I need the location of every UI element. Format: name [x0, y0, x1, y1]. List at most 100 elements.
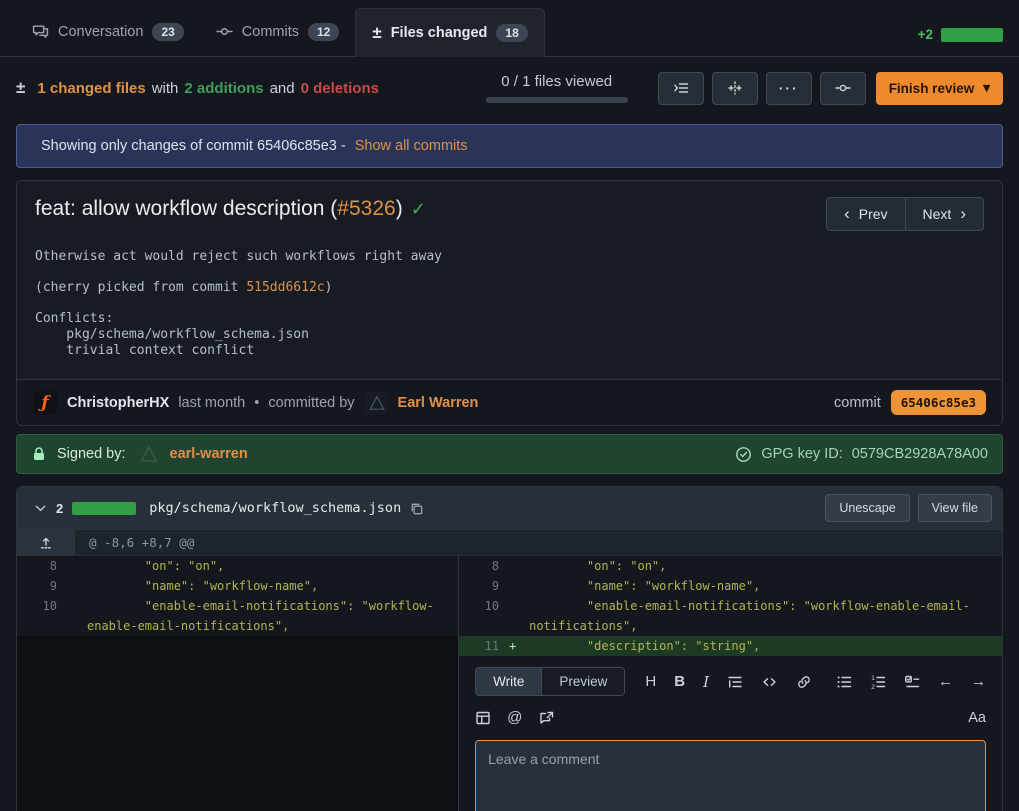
italic-button[interactable]: I: [703, 673, 709, 691]
gpg-signed-banner: Signed by: earl-warren GPG key ID: 0579C…: [16, 434, 1003, 474]
diff-line[interactable]: 8 "on": "on",: [459, 556, 1002, 576]
diff-column-old: 8 "on": "on", 9 "name": "workflow-name",: [17, 556, 459, 811]
unescape-button[interactable]: Unescape: [825, 494, 909, 522]
issue-link[interactable]: #5326: [337, 197, 395, 220]
pull-request-files-changed-page: Conversation 23 Commits 12 ± Files chang…: [0, 0, 1019, 811]
line-marker: [509, 576, 529, 596]
verified-badge-icon: [735, 446, 752, 463]
diff-options-button[interactable]: ···: [766, 72, 812, 105]
tab-write[interactable]: Write: [476, 668, 541, 695]
split-diff-button[interactable]: [712, 72, 758, 105]
commit-hash-badge[interactable]: 65406c85e3: [891, 390, 986, 415]
font-size-button[interactable]: Aa: [968, 710, 986, 726]
deletions-count: 0 deletions: [301, 80, 379, 97]
line-number[interactable]: 9: [459, 576, 509, 596]
line-code: "name": "workflow-name",: [529, 576, 1002, 596]
diff-line[interactable]: 8 "on": "on",: [17, 556, 458, 576]
hunk-header-text: @ -8,6 +8,7 @@: [75, 530, 194, 555]
status-check-icon[interactable]: ✓: [411, 199, 426, 220]
line-number[interactable]: 10: [17, 596, 67, 636]
bold-button[interactable]: B: [674, 673, 685, 690]
diff-file-box: 2 pkg/schema/workflow_schema.json Unesca…: [16, 486, 1003, 811]
tab-conversation[interactable]: Conversation 23: [16, 7, 200, 56]
prev-label: Prev: [859, 206, 888, 222]
line-code: "enable-email-notifications": "workflow-…: [87, 596, 458, 636]
prev-commit-button[interactable]: ‹ Prev: [826, 197, 905, 231]
table-button[interactable]: [475, 710, 491, 726]
lock-icon: [31, 446, 47, 462]
chevron-down-icon: [33, 501, 48, 516]
diff-line[interactable]: 9 "name": "workflow-name",: [17, 576, 458, 596]
show-all-commits-link[interactable]: Show all commits: [355, 138, 468, 154]
line-code: "enable-email-notifications": "workflow-…: [529, 596, 1002, 636]
file-tree-icon: [673, 80, 689, 96]
quote-button[interactable]: [727, 674, 743, 690]
editor-toolbar-secondary: @ Aa: [475, 709, 986, 726]
next-commit-button[interactable]: Next ›: [905, 197, 984, 231]
line-number[interactable]: 9: [17, 576, 67, 596]
file-tree-toggle-button[interactable]: [658, 72, 704, 105]
undo-button[interactable]: ←: [938, 673, 953, 690]
line-number[interactable]: 8: [17, 556, 67, 576]
diff-file-header: 2 pkg/schema/workflow_schema.json Unesca…: [17, 487, 1002, 530]
line-code: "description": "string",: [529, 636, 1002, 656]
committer-name[interactable]: Earl Warren: [398, 395, 479, 411]
inline-comment-form: Write Preview H B I: [459, 656, 1002, 811]
commit-body-line: Otherwise act would reject such workflow…: [35, 249, 984, 265]
commit-select-button[interactable]: [820, 72, 866, 105]
reference-button[interactable]: [538, 710, 555, 726]
diff-icon: ±: [16, 78, 25, 98]
diff-line[interactable]: 11 + "description": "string",: [459, 636, 1002, 656]
tab-commits[interactable]: Commits 12: [200, 7, 356, 56]
chevron-left-icon: ‹: [844, 209, 850, 219]
file-name[interactable]: pkg/schema/workflow_schema.json: [149, 500, 401, 516]
mention-button[interactable]: @: [507, 709, 522, 726]
line-marker: [67, 556, 87, 576]
commit-body-line: (cherry picked from commit 515dd6612c): [35, 280, 984, 296]
numbered-list-button[interactable]: 12: [870, 674, 886, 690]
changed-files-count[interactable]: 1 changed files: [37, 80, 145, 97]
caret-down-icon: ▾: [983, 80, 990, 96]
diff-rows-new: 8 "on": "on", 9 "name": "workflow-name",: [459, 556, 1002, 656]
diff-line[interactable]: 9 "name": "workflow-name",: [459, 576, 1002, 596]
diff-icon: ±: [372, 23, 381, 43]
committer-avatar[interactable]: [366, 392, 388, 414]
signer-name[interactable]: earl-warren: [170, 446, 248, 462]
line-number[interactable]: 8: [459, 556, 509, 576]
tab-conversation-label: Conversation: [58, 24, 143, 40]
numbered-list-icon: 12: [870, 674, 886, 690]
fold-file-button[interactable]: [33, 501, 48, 516]
comment-input[interactable]: [475, 740, 986, 811]
diff-line[interactable]: 10 "enable-email-notifications": "workfl…: [17, 596, 458, 636]
editor-toolbar: Write Preview H B I: [475, 667, 986, 696]
files-viewed-label: 0 / 1 files viewed: [486, 73, 628, 90]
split-diff-icon: [727, 80, 743, 96]
empty-diff-filler: [17, 636, 458, 811]
bullet-list-button[interactable]: [836, 674, 852, 690]
table-icon: [475, 710, 491, 726]
line-marker: [67, 576, 87, 596]
tab-conversation-count: 23: [152, 23, 183, 41]
copy-path-button[interactable]: [409, 501, 424, 516]
tab-files-changed[interactable]: ± Files changed 18: [355, 8, 544, 57]
finish-review-button[interactable]: Finish review ▾: [876, 72, 1003, 105]
code-button[interactable]: [761, 674, 778, 690]
line-number[interactable]: 11: [459, 636, 509, 656]
signer-avatar[interactable]: [138, 443, 160, 465]
heading-button[interactable]: H: [645, 673, 656, 690]
redo-button[interactable]: →: [971, 673, 986, 690]
tab-preview[interactable]: Preview: [541, 668, 624, 695]
diffstat: +2: [918, 27, 1003, 56]
view-file-button[interactable]: View file: [918, 494, 992, 522]
task-list-button[interactable]: [904, 674, 920, 690]
link-button[interactable]: [796, 674, 812, 690]
cherry-pick-commit-link[interactable]: 515dd6612c: [246, 280, 324, 295]
author-avatar[interactable]: ƒ: [33, 391, 57, 415]
diffstat-added: +2: [918, 27, 933, 42]
expand-hunk-button[interactable]: [17, 530, 75, 555]
author-name[interactable]: ChristopherHX: [67, 395, 169, 411]
diff-line[interactable]: 10 "enable-email-notifications": "workfl…: [459, 596, 1002, 636]
commit-title: feat: allow workflow description (#5326)…: [35, 197, 426, 221]
ellipsis-icon: ···: [779, 80, 799, 96]
line-number[interactable]: 10: [459, 596, 509, 636]
